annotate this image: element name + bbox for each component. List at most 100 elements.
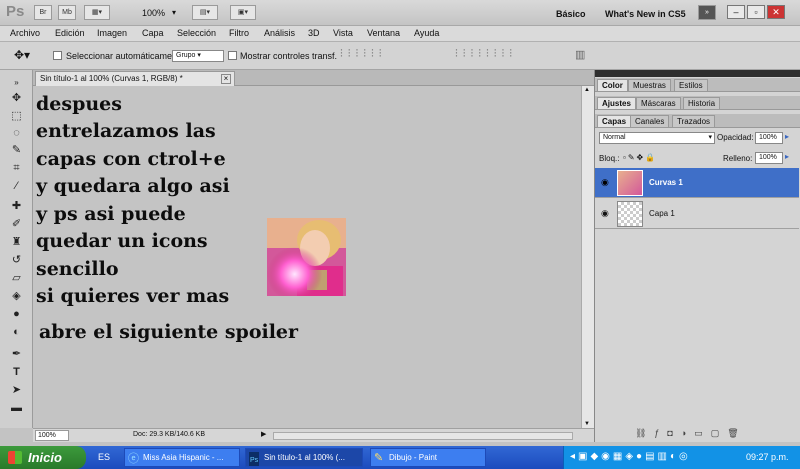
eraser-tool-icon[interactable]: ▱: [8, 270, 25, 287]
menu-analisis[interactable]: Análisis: [264, 28, 295, 38]
align-icons[interactable]: ⫶⫶⫶⫶⫶⫶: [340, 48, 387, 61]
layer-name: Capa 1: [649, 209, 675, 218]
minibridge-button[interactable]: Mb: [58, 5, 76, 20]
tab-trazados[interactable]: Trazados: [672, 115, 716, 128]
layer-action-icons[interactable]: ⛓ƒ◘◑▭▢🗑: [635, 428, 747, 439]
rectangle-tool-icon[interactable]: ▬: [8, 400, 25, 417]
panel-dock-header: [595, 70, 800, 77]
start-button[interactable]: Inicio: [0, 446, 86, 469]
task-photoshop[interactable]: Ps Sin título-1 al 100% (...: [245, 448, 363, 467]
marquee-tool-icon[interactable]: ⬚: [8, 108, 25, 125]
history-brush-tool-icon[interactable]: ↺: [8, 252, 25, 269]
window-controls: – ▫ ✕: [725, 5, 785, 19]
fill-label: Relleno:: [723, 154, 753, 163]
eyedropper-tool-icon[interactable]: ⁄: [8, 178, 25, 195]
quick-select-tool-icon[interactable]: ✎: [8, 142, 25, 159]
menu-vista[interactable]: Vista: [333, 28, 353, 38]
tab-capas[interactable]: Capas: [597, 115, 632, 128]
tools-panel: » ✥ ⬚ ◌ ✎ ⌗ ⁄ ✚ ✐ ♜ ↺ ▱ ◈ ● ◐ ✒ T ➤ ▬: [0, 70, 33, 428]
menu-ayuda[interactable]: Ayuda: [414, 28, 439, 38]
clone-stamp-tool-icon[interactable]: ♜: [8, 234, 25, 251]
menu-capa[interactable]: Capa: [142, 28, 164, 38]
view-extras-dropdown[interactable]: ▦▾: [84, 5, 110, 20]
tab-canales[interactable]: Canales: [630, 115, 670, 128]
task-paint[interactable]: ✎ Dibujo - Paint: [370, 448, 486, 467]
tab-color[interactable]: Color: [597, 79, 628, 92]
menu-imagen[interactable]: Imagen: [97, 28, 127, 38]
dodge-tool-icon[interactable]: ◐: [8, 324, 25, 341]
tab-ajustes[interactable]: Ajustes: [597, 97, 636, 110]
menu-seleccion[interactable]: Selección: [177, 28, 216, 38]
healing-brush-tool-icon[interactable]: ✚: [8, 198, 25, 215]
more-workspaces-icon[interactable]: »: [698, 5, 716, 20]
visibility-eye-icon[interactable]: ◉: [601, 177, 609, 188]
brush-tool-icon[interactable]: ✐: [8, 216, 25, 233]
chevron-down-icon[interactable]: ▾: [172, 8, 176, 17]
type-tool-icon[interactable]: T: [8, 364, 25, 381]
opacity-field[interactable]: 100%: [755, 132, 783, 144]
windows-logo-icon: [8, 451, 22, 464]
bridge-button[interactable]: Br: [34, 5, 52, 20]
paint-bucket-tool-icon[interactable]: ◈: [8, 288, 25, 305]
arrange-documents-dropdown[interactable]: ▤▾: [192, 5, 218, 20]
document-tab-title: Sin título-1 al 100% (Curvas 1, RGB/8) *: [40, 74, 183, 83]
lasso-tool-icon[interactable]: ◌: [8, 125, 25, 142]
move-tool-icon[interactable]: ✥: [8, 90, 25, 107]
scroll-down-icon[interactable]: ▼: [584, 421, 590, 427]
horizontal-scrollbar[interactable]: [273, 432, 573, 440]
move-tool-preset-icon[interactable]: ✥▾: [14, 48, 30, 62]
fill-field[interactable]: 100%: [755, 152, 783, 164]
close-tab-icon[interactable]: ×: [221, 74, 231, 84]
show-transform-label: Mostrar controles transf.: [240, 51, 338, 61]
restore-icon[interactable]: ▫: [747, 5, 765, 19]
menu-archivo[interactable]: Archivo: [10, 28, 40, 38]
tab-estilos[interactable]: Estilos: [674, 79, 708, 92]
document-size-info[interactable]: Doc: 29.3 KB/140.6 KB: [133, 431, 205, 438]
canvas-text-line: si quieres ver mas: [36, 285, 230, 307]
status-zoom-field[interactable]: 100%: [35, 430, 69, 441]
clock[interactable]: 09:27 p.m.: [746, 452, 789, 462]
menu-3d[interactable]: 3D: [308, 28, 320, 38]
workspace-basic[interactable]: Básico: [556, 9, 586, 19]
canvas-text-line: capas con ctrol+e: [36, 148, 226, 170]
auto-select-dropdown[interactable]: Grupo ▾: [172, 50, 224, 62]
tab-historia[interactable]: Historia: [683, 97, 721, 110]
language-indicator[interactable]: ES: [98, 452, 110, 462]
menu-ventana[interactable]: Ventana: [367, 28, 400, 38]
canvas-scrollbar[interactable]: ▲ ▼: [581, 86, 594, 428]
screen-mode-dropdown[interactable]: ▣▾: [230, 5, 256, 20]
distribute-icons[interactable]: ⫶⫶⫶⫶⫶⫶⫶⫶: [455, 48, 517, 61]
crop-tool-icon[interactable]: ⌗: [8, 160, 25, 177]
opacity-slider-icon[interactable]: ▸: [785, 132, 789, 141]
auto-align-icon[interactable]: ▥: [575, 48, 585, 61]
menu-filtro[interactable]: Filtro: [229, 28, 249, 38]
show-transform-checkbox[interactable]: [228, 50, 237, 61]
close-icon[interactable]: ✕: [767, 5, 785, 19]
visibility-eye-icon[interactable]: ◉: [601, 208, 609, 219]
whats-new-link[interactable]: What's New in CS5: [605, 9, 686, 19]
pen-tool-icon[interactable]: ✒: [8, 346, 25, 363]
minimize-icon[interactable]: –: [727, 5, 745, 19]
zoom-level[interactable]: 100%: [142, 8, 165, 18]
panel-collapse-icon[interactable]: »: [8, 74, 25, 91]
auto-select-checkbox[interactable]: [53, 50, 62, 61]
tab-muestras[interactable]: Muestras: [628, 79, 671, 92]
lock-icons[interactable]: ▫✎✥🔒: [623, 153, 657, 162]
menu-edicion[interactable]: Edición: [55, 28, 85, 38]
blur-tool-icon[interactable]: ●: [8, 306, 25, 323]
tab-mascaras[interactable]: Máscaras: [636, 97, 681, 110]
internet-explorer-icon: ⓔ: [128, 453, 139, 465]
layer-row-curvas-1[interactable]: ◉ Curvas 1: [595, 168, 799, 198]
path-selection-tool-icon[interactable]: ➤: [8, 382, 25, 399]
canvas-text-line: entrelazamos las: [36, 120, 216, 142]
status-arrow-icon[interactable]: ▶: [261, 430, 266, 438]
tray-icons[interactable]: ◂▣◆◉▦◈●▤▥◐◎: [570, 451, 691, 462]
blend-mode-dropdown[interactable]: Normal ▾: [599, 132, 715, 144]
canvas-text-line: y quedara algo asi: [36, 175, 230, 197]
task-ie[interactable]: ⓔ Miss Asia Hispanic - ...: [124, 448, 240, 467]
document-tab[interactable]: Sin título-1 al 100% (Curvas 1, RGB/8) *…: [35, 71, 235, 86]
layer-row-capa-1[interactable]: ◉ Capa 1: [595, 199, 799, 229]
icon-photo: [267, 218, 346, 296]
scroll-up-icon[interactable]: ▲: [584, 87, 590, 93]
fill-slider-icon[interactable]: ▸: [785, 152, 789, 161]
